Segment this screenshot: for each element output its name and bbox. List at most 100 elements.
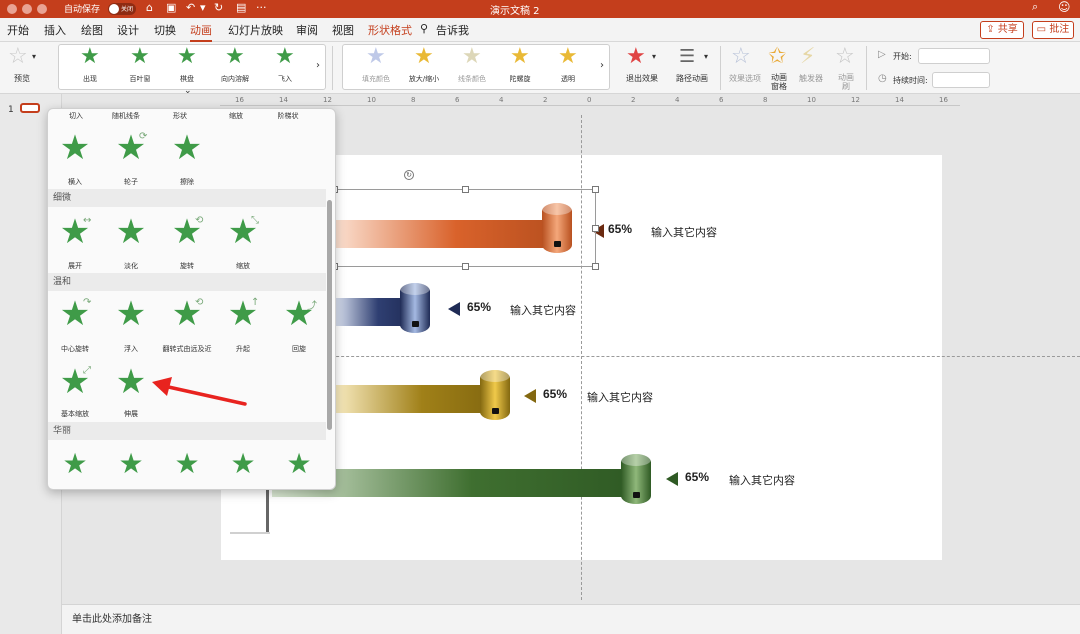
bar-note-2[interactable]: 输入其它内容 — [510, 302, 576, 318]
entrance-effect-4-star-icon[interactable]: ★ — [225, 46, 245, 68]
motion-path-dropdown-icon[interactable]: ▾ — [704, 52, 708, 61]
gallery-expand-icon[interactable]: ⌄ — [184, 86, 192, 96]
animation-effect-label[interactable]: 回旋 — [269, 344, 329, 354]
animation-effect-star-icon[interactable]: ★ — [53, 447, 97, 481]
entrance-effect-2-label[interactable]: 百叶窗 — [118, 74, 162, 84]
animation-effect-label[interactable]: 中心旋转 — [48, 344, 105, 354]
animation-effect-star-icon[interactable]: ★ — [53, 131, 97, 165]
entrance-effect-3-star-icon[interactable]: ★ — [177, 46, 197, 68]
exit-effect-label[interactable]: 退出效果 — [626, 73, 658, 84]
search-icon[interactable]: ⌕ — [1032, 0, 1038, 14]
animation-effect-label[interactable]: 基本缩放 — [48, 409, 105, 419]
emphasis-effect-4-star-icon[interactable]: ★ — [510, 46, 530, 68]
close-window-button[interactable] — [7, 4, 17, 14]
animation-effect-star-icon[interactable]: ★ — [109, 215, 153, 249]
animation-pane-icon[interactable]: ✩ — [768, 46, 786, 68]
feedback-smile-icon[interactable]: ☺ — [1058, 0, 1071, 14]
animation-effect-star-icon[interactable]: ★ — [221, 447, 265, 481]
dropdown-top-label-4[interactable]: 缩放 — [216, 111, 256, 121]
animation-painter-label[interactable]: 动画 刷 — [837, 73, 855, 91]
entrance-effect-2-star-icon[interactable]: ★ — [130, 46, 150, 68]
entrance-effect-4-label[interactable]: 向内溶解 — [213, 74, 257, 84]
emphasis-effect-5-label[interactable]: 透明 — [546, 74, 590, 84]
animation-painter-icon[interactable]: ☆ — [835, 46, 855, 68]
motion-path-icon[interactable]: ☰ — [679, 46, 695, 68]
undo-icon[interactable]: ↶ — [186, 1, 195, 14]
bar-note-1[interactable]: 输入其它内容 — [651, 224, 717, 240]
entrance-effect-5-star-icon[interactable]: ★ — [275, 46, 295, 68]
exit-dropdown-icon[interactable]: ▾ — [652, 52, 656, 61]
animation-effect-star-icon[interactable]: ★ — [109, 365, 153, 399]
emphasis-effect-1-star-icon[interactable]: ★ — [366, 46, 386, 68]
emphasis-effect-3-label[interactable]: 线条颜色 — [450, 74, 494, 84]
preview-dropdown-icon[interactable]: ▾ — [32, 52, 36, 61]
start-select[interactable] — [918, 48, 990, 64]
redo-icon[interactable]: ↻ — [214, 1, 223, 14]
animation-effect-star-icon[interactable]: ★ — [165, 131, 209, 165]
bar-note-3[interactable]: 输入其它内容 — [587, 389, 653, 405]
preview-label[interactable]: 预览 — [14, 73, 30, 84]
undo-dropdown-icon[interactable]: ▾ — [200, 1, 206, 14]
resize-handle-n[interactable] — [462, 186, 469, 193]
tab-draw[interactable]: 绘图 — [81, 22, 103, 38]
entrance-effect-1-star-icon[interactable]: ★ — [80, 46, 100, 68]
emphasis-effect-3-star-icon[interactable]: ★ — [462, 46, 482, 68]
effect-options-icon[interactable]: ☆ — [731, 46, 751, 68]
tab-view[interactable]: 视图 — [332, 22, 354, 38]
animation-effect-label[interactable]: 淡化 — [101, 261, 161, 271]
animation-effect-label[interactable]: 旋转 — [157, 261, 217, 271]
comment-button[interactable]: ▭ 批注 — [1032, 21, 1074, 39]
more-icon[interactable]: ··· — [256, 1, 267, 14]
zoom-window-button[interactable] — [37, 4, 47, 14]
resize-handle-se[interactable] — [592, 263, 599, 270]
animation-effect-label[interactable]: 浮入 — [101, 344, 161, 354]
tab-tell-me[interactable]: 告诉我 — [436, 22, 469, 38]
animation-effect-label[interactable]: 缩放 — [213, 261, 273, 271]
minimize-window-button[interactable] — [22, 4, 32, 14]
share-button[interactable]: ⇪ 共享 — [980, 21, 1024, 39]
duration-input[interactable] — [932, 72, 990, 88]
animation-effect-label[interactable]: 轮子 — [101, 177, 161, 187]
dropdown-top-label-2[interactable]: 随机线条 — [106, 111, 146, 121]
animation-pane-label[interactable]: 动画 窗格 — [770, 73, 788, 91]
animation-effect-label[interactable]: 展开 — [48, 261, 105, 271]
gallery-scroll-right-icon[interactable]: › — [316, 60, 320, 71]
animation-effect-label[interactable]: 升起 — [213, 344, 273, 354]
animation-effect-label[interactable]: 横入 — [48, 177, 105, 187]
animation-effect-label[interactable]: 翻转式由远及近 — [157, 344, 217, 354]
print-icon[interactable]: ▤ — [236, 1, 246, 14]
notes-placeholder[interactable]: 单击此处添加备注 — [72, 610, 152, 625]
preview-star-icon[interactable]: ☆ — [8, 46, 28, 68]
selection-box[interactable] — [331, 186, 599, 270]
progress-bar-3[interactable] — [334, 385, 494, 413]
rotate-handle[interactable]: ↻ — [404, 170, 414, 180]
animation-effect-star-icon[interactable]: ★ — [109, 447, 153, 481]
dropdown-top-label-5[interactable]: 阶梯状 — [268, 111, 308, 121]
emphasis-effect-5-star-icon[interactable]: ★ — [558, 46, 578, 68]
animation-effect-label[interactable]: 擦除 — [157, 177, 217, 187]
animation-effect-star-icon[interactable]: ★ — [277, 447, 321, 481]
animation-effect-star-icon[interactable]: ★ — [109, 297, 153, 331]
horizontal-guide[interactable] — [221, 356, 1080, 357]
animation-effect-star-icon[interactable]: ★ — [165, 447, 209, 481]
dropdown-top-label-1[interactable]: 切入 — [56, 111, 96, 121]
tab-home[interactable]: 开始 — [7, 22, 29, 38]
tab-design[interactable]: 设计 — [117, 22, 139, 38]
resize-handle-s[interactable] — [462, 263, 469, 270]
tab-animations[interactable]: 动画 — [190, 22, 212, 42]
dropdown-scrollbar[interactable] — [327, 200, 332, 430]
tab-review[interactable]: 审阅 — [296, 22, 318, 38]
emphasis-effect-4-label[interactable]: 陀螺旋 — [498, 74, 542, 84]
tab-slideshow[interactable]: 幻灯片放映 — [228, 22, 283, 38]
dropdown-top-label-3[interactable]: 形状 — [160, 111, 200, 121]
resize-handle-ne[interactable] — [592, 186, 599, 193]
trigger-icon[interactable]: ⚡ — [800, 46, 815, 68]
slide-thumbnail[interactable] — [20, 103, 40, 113]
entrance-effect-1-label[interactable]: 出现 — [68, 74, 112, 84]
save-icon[interactable]: ▣ — [166, 1, 176, 14]
home-icon[interactable]: ⌂ — [146, 1, 153, 14]
bar-note-4[interactable]: 输入其它内容 — [729, 472, 795, 488]
emphasis-effect-2-star-icon[interactable]: ★ — [414, 46, 434, 68]
motion-path-label[interactable]: 路径动画 — [676, 73, 708, 84]
entrance-effect-5-label[interactable]: 飞入 — [263, 74, 307, 84]
